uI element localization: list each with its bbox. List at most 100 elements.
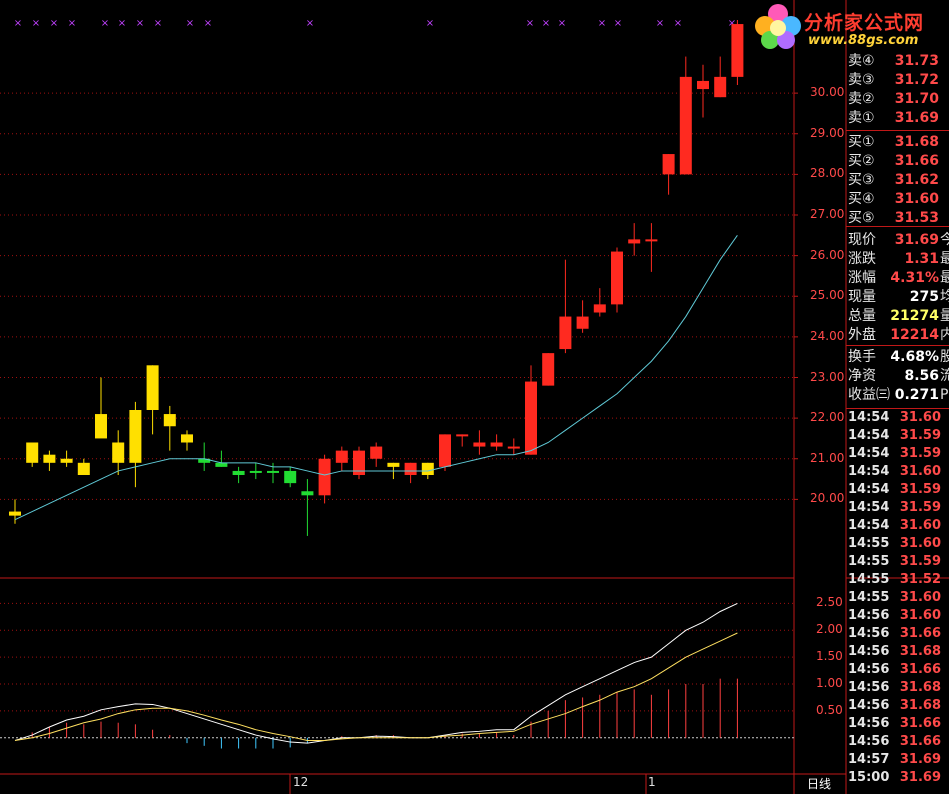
row-tail: 最 — [940, 251, 949, 267]
tick-price: 31.66 — [899, 716, 941, 731]
row-label: 总量 — [848, 308, 876, 324]
candle-body — [215, 462, 228, 467]
candle-body — [731, 24, 744, 77]
tick-row: 14:54 31.59 — [846, 444, 949, 462]
candle-body — [439, 434, 451, 467]
tick-price: 31.59 — [899, 446, 941, 461]
row-label: 买② — [848, 153, 875, 169]
row-label: 买① — [848, 134, 875, 150]
site-logo: 分析家公式网 www.88gs.com — [752, 0, 949, 52]
tick-row: 14:54 31.60 — [846, 462, 949, 480]
date-label-dec: 12 — [293, 775, 309, 789]
quote-panel: 卖④ 31.73 卖③ 31.72 卖② 31.70 卖① 31.69 买① 31.68 买② 31.… — [846, 48, 949, 794]
candle-body — [421, 462, 434, 475]
price-axis-label: 23.00 — [810, 369, 845, 384]
row-tail: 最 — [940, 270, 949, 286]
tick-time: 14:54 — [848, 428, 890, 443]
tick-time: 14:55 — [848, 536, 890, 551]
candle-body — [146, 365, 159, 410]
signal-marker: × — [32, 18, 40, 29]
tick-time: 14:56 — [848, 734, 890, 749]
tick-time: 14:54 — [848, 482, 890, 497]
tick-price: 31.66 — [899, 662, 941, 677]
tick-time: 14:56 — [848, 626, 890, 641]
row-label: 净资 — [848, 368, 876, 384]
candle-body — [181, 434, 193, 443]
price-axis-label: 26.00 — [810, 247, 845, 262]
row-label: 外盘 — [848, 327, 876, 343]
dif-line — [14, 602, 738, 744]
row-label: 卖① — [848, 110, 875, 126]
signal-marker: × — [186, 18, 194, 29]
tick-price: 31.60 — [899, 608, 941, 623]
tick-time: 14:56 — [848, 644, 890, 659]
candle-body — [525, 381, 537, 455]
tick-price: 31.66 — [899, 626, 941, 641]
macd-axis-label: 1.00 — [816, 676, 843, 691]
price-axis-label: 25.00 — [810, 288, 845, 303]
macd-axis-label: 1.50 — [816, 649, 843, 664]
tick-time: 15:00 — [848, 770, 890, 785]
tick-price: 31.52 — [899, 572, 941, 587]
quote-row: 涨幅 4.31% 最 — [846, 269, 949, 288]
tick-row: 14:56 31.66 — [846, 624, 949, 642]
candle-body — [370, 446, 383, 459]
macd-axis-label: 2.00 — [816, 622, 843, 637]
row-tail: 量 — [940, 308, 949, 324]
candle-body — [9, 511, 21, 516]
candle-body — [112, 442, 125, 463]
orderbook-sell-row: 卖③ 31.72 — [846, 71, 949, 90]
flower-icon — [755, 4, 801, 49]
candle-body — [456, 434, 469, 437]
stat-row: 净资 8.56 流 — [846, 367, 949, 386]
candle-body — [267, 470, 279, 473]
row-label: 涨幅 — [848, 270, 876, 286]
candle-body — [26, 442, 39, 463]
row-value: 31.62 — [894, 172, 939, 188]
signal-marker: × — [204, 18, 212, 29]
tick-time: 14:55 — [848, 572, 890, 587]
kline-chart[interactable]: × × × × × × × × × × × × × × × × × × × × — [0, 0, 949, 794]
row-label: 收益㈢ — [848, 387, 890, 403]
signal-marker: × — [558, 18, 566, 29]
tick-row: 14:54 31.60 — [846, 516, 949, 534]
date-label-jan: 1 — [648, 775, 656, 789]
candle-body — [387, 462, 400, 467]
candle-body — [593, 304, 606, 313]
tick-time: 14:54 — [848, 446, 890, 461]
tick-time: 14:56 — [848, 608, 890, 623]
tick-price: 31.68 — [899, 644, 941, 659]
candle-body — [542, 353, 555, 386]
tick-price: 31.60 — [899, 464, 941, 479]
tick-time: 14:56 — [848, 698, 890, 713]
row-value: 8.56 — [904, 368, 939, 384]
price-axis-label: 29.00 — [810, 125, 845, 140]
tick-time: 14:55 — [848, 554, 890, 569]
candle-body — [129, 410, 142, 463]
signal-marker: × — [542, 18, 550, 29]
candle-body — [404, 462, 417, 475]
tick-row: 14:54 31.59 — [846, 498, 949, 516]
row-value: 31.66 — [894, 153, 939, 169]
candle-body — [576, 316, 589, 329]
row-label: 现量 — [848, 289, 876, 305]
tick-row: 14:54 31.59 — [846, 426, 949, 444]
signal-marker: × — [101, 18, 109, 29]
tick-row: 15:00 31.69 — [846, 768, 949, 786]
row-value: 31.69 — [894, 232, 939, 248]
signal-marker: × — [306, 18, 314, 29]
price-axis-label: 24.00 — [810, 328, 845, 343]
quote-row: 涨跌 1.31 最 — [846, 250, 949, 269]
quote-row: 现价 31.69 今 — [846, 231, 949, 250]
candle-body — [697, 80, 709, 90]
orderbook-sell-row: 卖② 31.70 — [846, 90, 949, 109]
quote-row: 总量 21274 量 — [846, 307, 949, 326]
signal-marker: × — [614, 18, 622, 29]
candle-body — [95, 414, 107, 439]
price-axis-label: 30.00 — [810, 85, 845, 100]
period-button[interactable]: 日线 — [807, 775, 831, 792]
tick-time: 14:54 — [848, 410, 890, 425]
row-value: 31.68 — [894, 134, 939, 150]
macd-axis-label: 0.50 — [816, 702, 843, 717]
row-tail: 今 — [940, 232, 949, 248]
